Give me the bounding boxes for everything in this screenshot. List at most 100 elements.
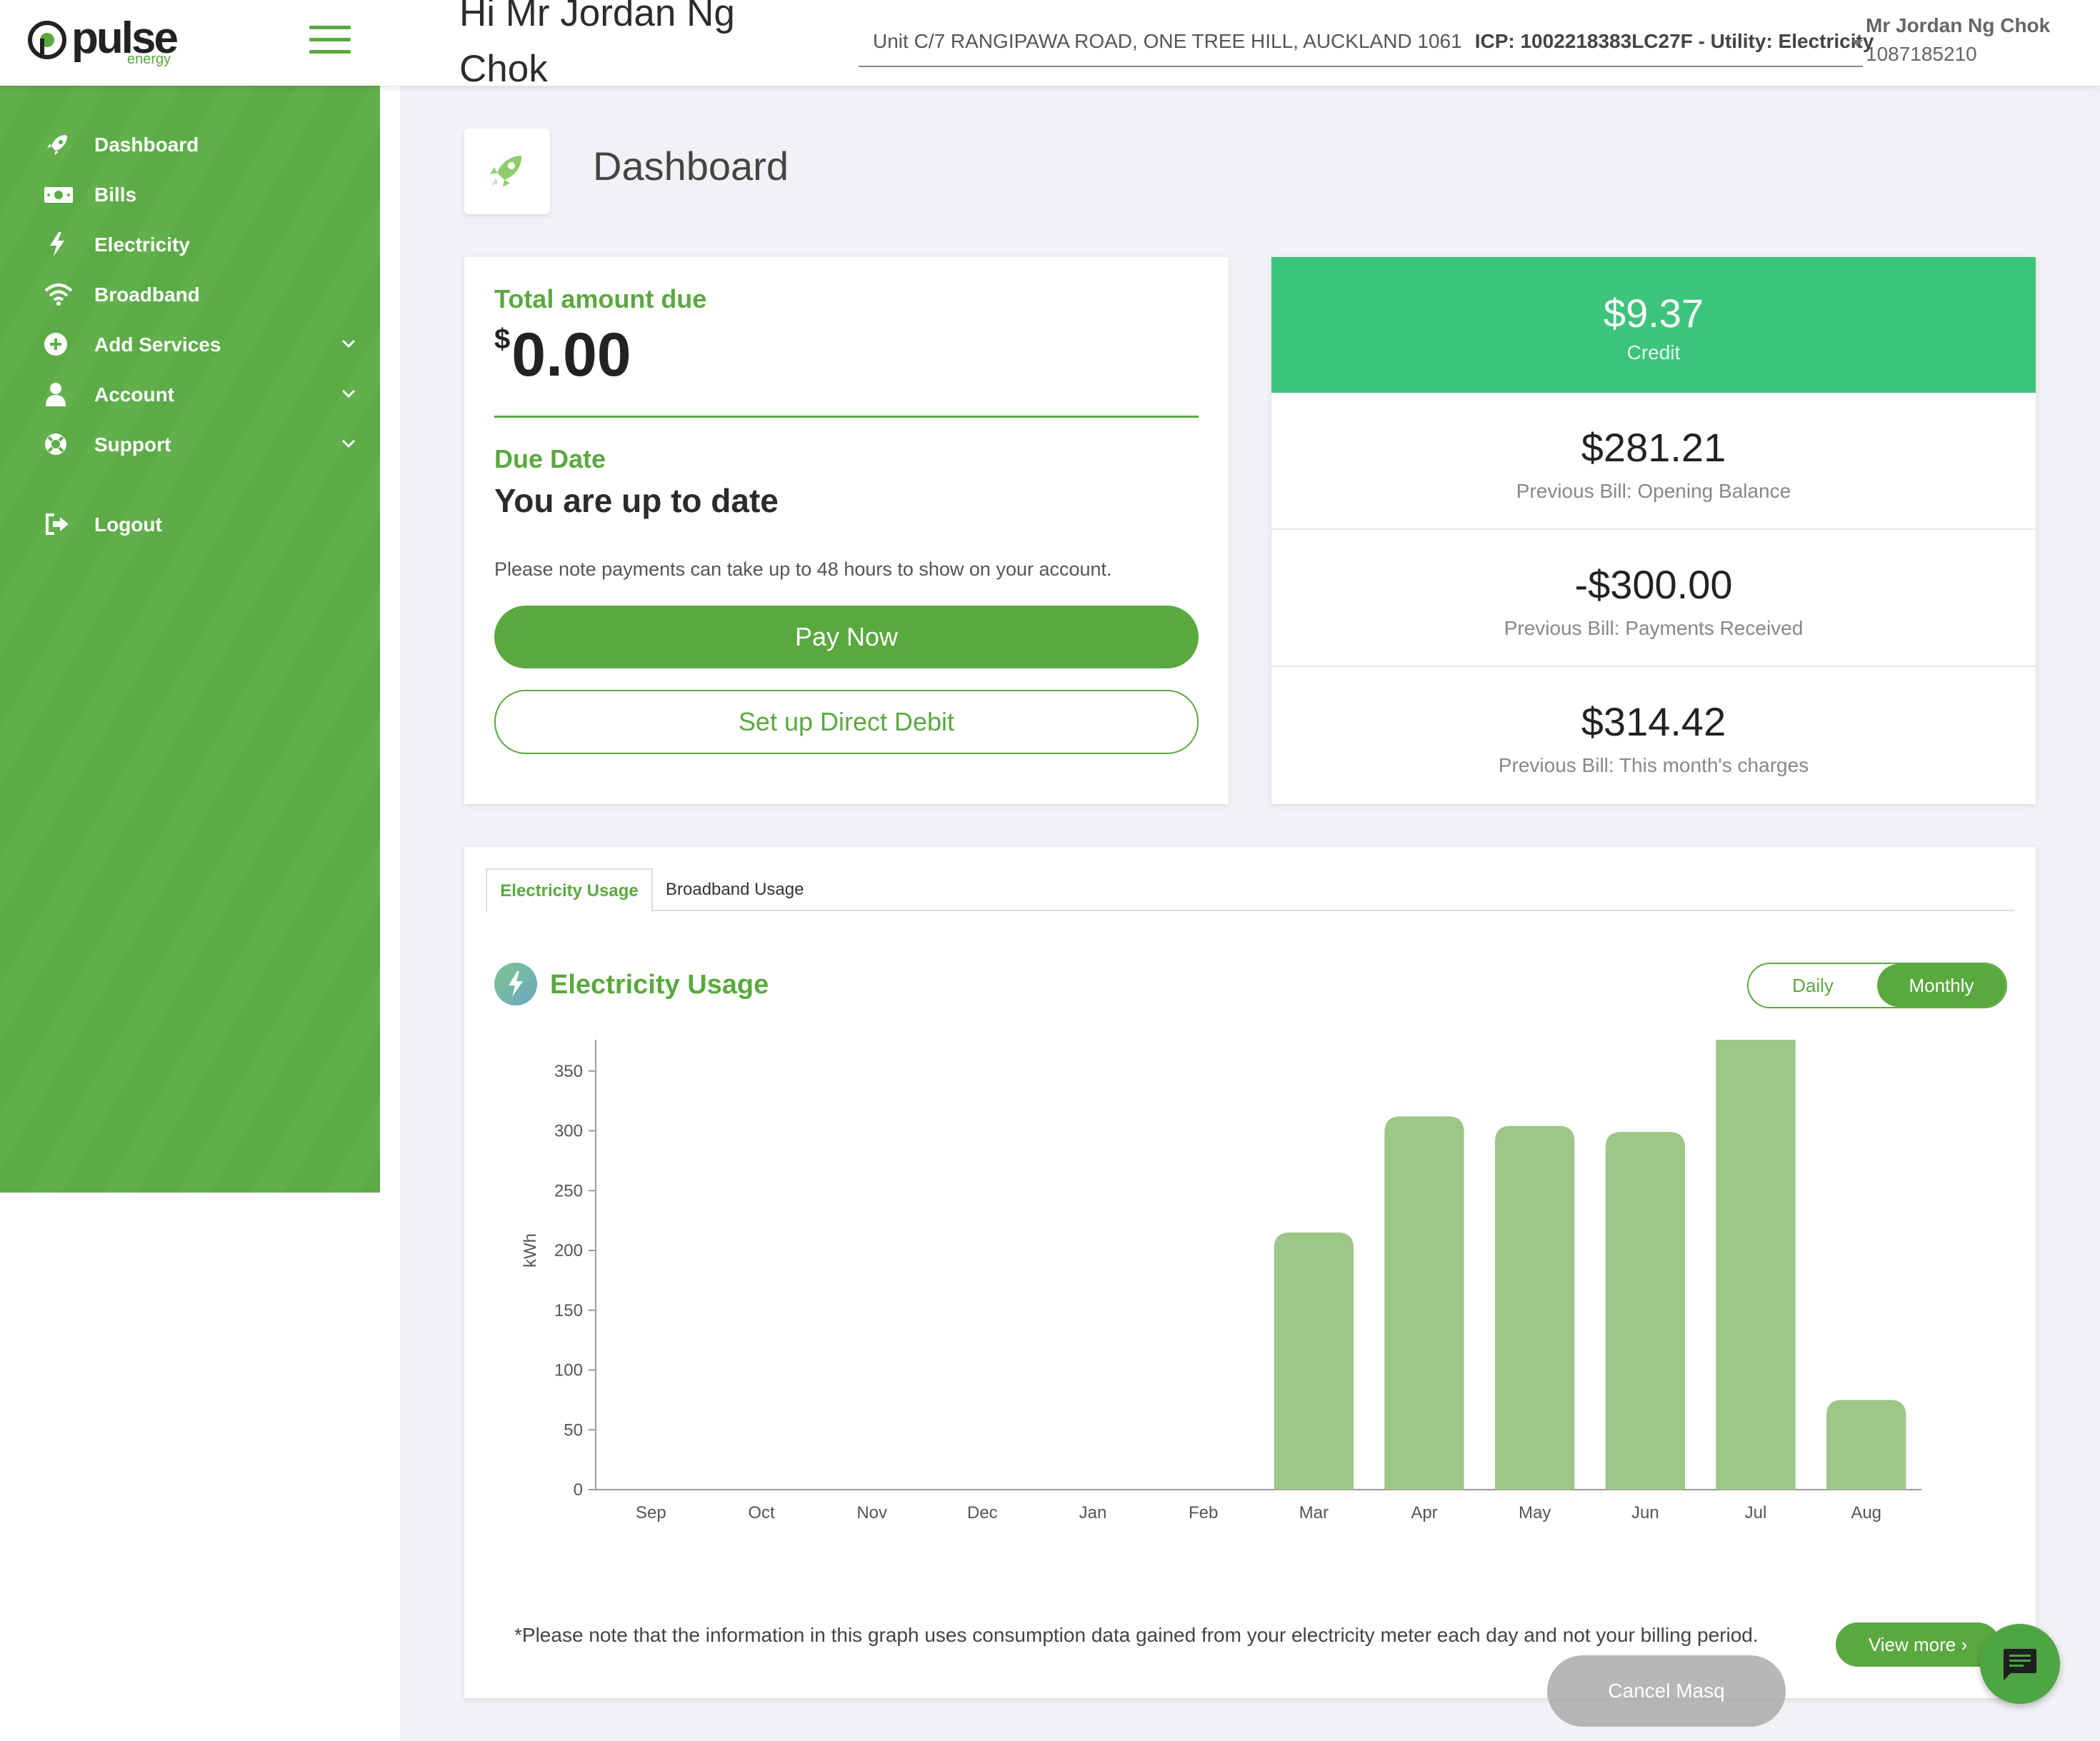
chevron-down-icon	[341, 389, 356, 398]
x-tick-label: Jul	[1745, 1503, 1767, 1522]
pulse-energy-logo[interactable]: pulse energy	[27, 16, 184, 67]
sidebar-item-label: Support	[94, 433, 171, 456]
x-tick-label: Aug	[1851, 1503, 1881, 1522]
pulse-logo-icon	[28, 21, 66, 59]
credit-value: $9.37	[1603, 291, 1704, 336]
month-charges-caption: Previous Bill: This month's charges	[1498, 754, 1809, 776]
currency-symbol: $	[494, 323, 511, 355]
x-tick-label: Mar	[1299, 1503, 1329, 1522]
greeting: Hi Mr Jordan Ng Chok	[459, 0, 735, 90]
total-due-value: 0.00	[511, 321, 631, 389]
tabs-divider	[486, 910, 2014, 911]
chat-button[interactable]	[1980, 1624, 2060, 1704]
bar-jun	[1605, 1132, 1686, 1490]
credit-row: $9.37 Credit	[1271, 257, 2036, 393]
y-tick-label: 100	[554, 1361, 583, 1380]
bar-may	[1494, 1125, 1575, 1490]
chevron-down-icon	[341, 339, 356, 348]
credit-caption: Credit	[1626, 341, 1681, 363]
direct-debit-button[interactable]: Set up Direct Debit	[494, 690, 1199, 754]
amount-due-card: Total amount due $0.00 Due Date You are …	[464, 257, 1229, 804]
logout-icon	[46, 513, 69, 535]
bolt-icon	[509, 971, 523, 997]
tab-electricity-usage[interactable]: Electricity Usage	[486, 868, 653, 913]
cancel-masq-button[interactable]: Cancel Masq	[1547, 1655, 1786, 1727]
opening-balance-caption: Previous Bill: Opening Balance	[1516, 480, 1791, 502]
period-toggle: Daily Monthly	[1747, 963, 2007, 1008]
opening-balance-row: $281.21 Previous Bill: Opening Balance	[1271, 393, 2036, 528]
usage-title: Electricity Usage	[550, 970, 769, 1000]
logo-subtext: energy	[127, 51, 171, 67]
x-tick-label: Jan	[1079, 1503, 1107, 1522]
y-tick-label: 150	[554, 1301, 583, 1320]
payment-note: Please note payments can take up to 48 h…	[494, 558, 1112, 580]
wifi-icon	[44, 284, 73, 306]
payments-received-row: -$300.00 Previous Bill: Payments Receive…	[1271, 528, 2036, 666]
y-tick-label: 300	[554, 1122, 583, 1141]
toggle-daily[interactable]: Daily	[1749, 964, 1877, 1007]
electricity-usage-chart: 050100150200250300350400kWhSepOctNovDecJ…	[521, 1040, 1921, 1522]
property-select-value: Unit C/7 RANGIPAWA ROAD, ONE TREE HILL, …	[873, 30, 1874, 53]
bar-jul	[1716, 1040, 1796, 1490]
x-tick-label: Feb	[1189, 1503, 1218, 1522]
toggle-monthly[interactable]: Monthly	[1877, 964, 2006, 1007]
due-date-label: Due Date	[494, 444, 606, 473]
sidebar-item-broadband[interactable]: Broadband	[44, 275, 359, 313]
rocket-icon	[490, 156, 521, 187]
page-title: Dashboard	[593, 144, 789, 189]
lifebuoy-icon	[45, 433, 66, 455]
y-tick-label: 250	[554, 1181, 583, 1200]
property-icp: ICP: 1002218383LC27F - Utility: Electric…	[1474, 30, 1874, 52]
divider	[494, 416, 1199, 418]
sidebar-item-label: Electricity	[94, 234, 190, 256]
pay-now-button[interactable]: Pay Now	[494, 606, 1199, 668]
sidebar-item-electricity[interactable]: Electricity	[44, 225, 359, 264]
bolt-icon	[50, 232, 64, 256]
balance-summary-card: $9.37 Credit $281.21 Previous Bill: Open…	[1271, 257, 2036, 804]
menu-toggle-icon[interactable]	[309, 26, 351, 54]
sidebar-item-bills[interactable]: Bills	[44, 175, 359, 214]
chat-icon	[2004, 1649, 2036, 1680]
y-tick-label: 350	[554, 1062, 583, 1081]
sidebar: Dashboard Bills Electricity Broadband Ad…	[0, 86, 380, 1193]
x-tick-label: Nov	[856, 1503, 887, 1522]
y-tick-label: 200	[554, 1241, 583, 1260]
view-more-button[interactable]: View more ›	[1836, 1622, 2000, 1667]
total-due-label: Total amount due	[494, 284, 707, 313]
top-header: pulse energy Hi Mr Jordan Ng Chok Unit C…	[0, 0, 2100, 90]
sidebar-item-label: Dashboard	[94, 134, 199, 156]
sidebar-item-label: Logout	[94, 513, 162, 536]
x-tick-label: May	[1519, 1503, 1551, 1522]
bar-mar	[1274, 1232, 1354, 1490]
usage-bolt-icon	[494, 963, 537, 1005]
payments-received-value: -$300.00	[1574, 562, 1733, 607]
month-charges-row: $314.42 Previous Bill: This month's char…	[1271, 666, 2036, 803]
sidebar-item-account[interactable]: Account	[44, 375, 359, 413]
sidebar-item-label: Account	[94, 383, 174, 406]
property-select[interactable]: Unit C/7 RANGIPAWA ROAD, ONE TREE HILL, …	[859, 21, 1874, 67]
sidebar-item-logout[interactable]: Logout	[44, 505, 359, 543]
bar-apr	[1384, 1116, 1464, 1490]
bar-aug	[1826, 1400, 1906, 1490]
sidebar-item-label: Bills	[94, 184, 137, 206]
x-tick-label: Apr	[1411, 1503, 1437, 1522]
user-name: Mr Jordan Ng Chok	[1866, 14, 2051, 36]
y-axis-label: kWh	[521, 1233, 540, 1268]
rocket-icon	[47, 135, 67, 155]
y-tick-label: 0	[574, 1480, 583, 1500]
total-due-amount: $0.00	[494, 320, 631, 391]
due-date-status: You are up to date	[494, 482, 779, 519]
x-tick-label: Dec	[967, 1503, 998, 1522]
payments-received-caption: Previous Bill: Payments Received	[1504, 617, 1804, 639]
tab-broadband-usage[interactable]: Broadband Usage	[666, 868, 804, 910]
sidebar-item-support[interactable]: Support	[44, 425, 359, 463]
sidebar-item-add-services[interactable]: Add Services	[44, 325, 359, 363]
x-tick-label: Jun	[1631, 1503, 1659, 1522]
sidebar-item-dashboard[interactable]: Dashboard	[44, 125, 359, 164]
sidebar-item-label: Broadband	[94, 284, 200, 306]
account-number: 1087185210	[1866, 43, 1977, 65]
x-tick-label: Sep	[636, 1503, 666, 1522]
caret-down-icon	[1851, 40, 1863, 46]
property-address: Unit C/7 RANGIPAWA ROAD, ONE TREE HILL, …	[873, 30, 1462, 52]
chart-note: *Please note that the information in thi…	[514, 1624, 1759, 1646]
